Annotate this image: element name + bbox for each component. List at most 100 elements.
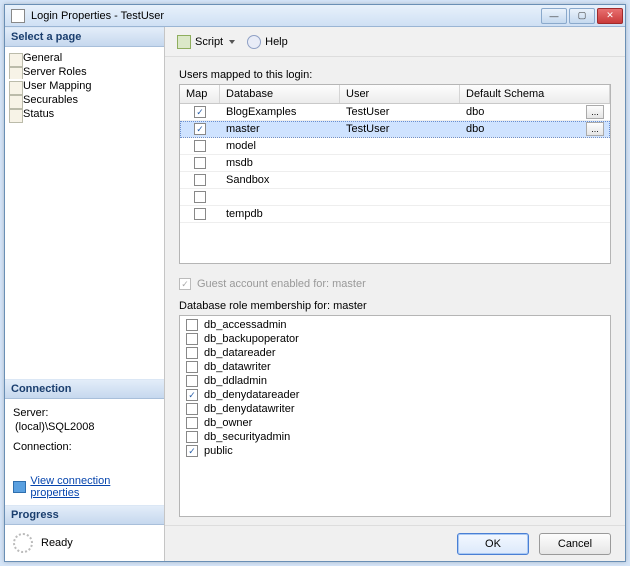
titlebar[interactable]: Login Properties - TestUser — ▢ ✕ xyxy=(5,5,625,27)
role-label: db_datareader xyxy=(204,347,276,359)
cancel-button[interactable]: Cancel xyxy=(539,533,611,555)
role-checkbox[interactable] xyxy=(186,361,198,373)
role-label: db_accessadmin xyxy=(204,319,287,331)
map-checkbox[interactable] xyxy=(194,208,206,220)
role-item[interactable]: ✓ public xyxy=(184,444,606,458)
role-label: db_datawriter xyxy=(204,361,271,373)
role-label: db_securityadmin xyxy=(204,431,290,443)
table-row[interactable] xyxy=(180,189,610,206)
cell-user: TestUser xyxy=(340,106,460,118)
role-item[interactable]: db_owner xyxy=(184,416,606,430)
app-icon xyxy=(11,9,25,23)
grid-header: Map Database User Default Schema xyxy=(180,85,610,104)
role-label: db_denydatawriter xyxy=(204,403,295,415)
script-icon xyxy=(177,35,191,49)
cell-database: tempdb xyxy=(220,208,340,220)
role-item[interactable]: db_accessadmin xyxy=(184,318,606,332)
left-panel: Select a page General Server Roles User … xyxy=(5,27,165,561)
cell-schema: dbo... xyxy=(460,122,610,136)
role-label: db_ddladmin xyxy=(204,375,267,387)
role-item[interactable]: db_backupoperator xyxy=(184,332,606,346)
select-page-header: Select a page xyxy=(5,27,164,47)
cell-database: master xyxy=(220,123,340,135)
minimize-button[interactable]: — xyxy=(541,8,567,24)
schema-browse-button[interactable]: ... xyxy=(586,122,604,136)
col-database: Database xyxy=(220,85,340,103)
help-button[interactable]: Help xyxy=(243,33,292,51)
role-item[interactable]: db_ddladmin xyxy=(184,374,606,388)
role-label: db_owner xyxy=(204,417,252,429)
cell-database: model xyxy=(220,140,340,152)
role-item[interactable]: db_securityadmin xyxy=(184,430,606,444)
connection-header: Connection xyxy=(5,379,164,399)
table-row[interactable]: ✓ masterTestUserdbo... xyxy=(180,121,610,138)
role-label: public xyxy=(204,445,233,457)
progress-status: Ready xyxy=(41,537,73,549)
table-row[interactable]: Sandbox xyxy=(180,172,610,189)
pages-list: General Server Roles User Mapping Secura… xyxy=(5,47,164,125)
role-item[interactable]: db_datareader xyxy=(184,346,606,360)
right-panel: Script Help Users mapped to this login: … xyxy=(165,27,625,561)
map-checkbox[interactable] xyxy=(194,191,206,203)
server-value: (local)\SQL2008 xyxy=(15,421,156,433)
map-checkbox[interactable] xyxy=(194,174,206,186)
window-title: Login Properties - TestUser xyxy=(31,10,541,22)
role-item[interactable]: ✓ db_denydatareader xyxy=(184,388,606,402)
page-server-roles[interactable]: Server Roles xyxy=(5,65,164,79)
dialog-window: Login Properties - TestUser — ▢ ✕ Select… xyxy=(4,4,626,562)
cell-schema: dbo... xyxy=(460,105,610,119)
cell-user: TestUser xyxy=(340,123,460,135)
role-checkbox[interactable] xyxy=(186,417,198,429)
role-checkbox[interactable] xyxy=(186,431,198,443)
map-checkbox[interactable] xyxy=(194,140,206,152)
role-checkbox[interactable]: ✓ xyxy=(186,389,198,401)
role-checkbox[interactable] xyxy=(186,375,198,387)
progress-spinner-icon xyxy=(13,533,33,553)
map-checkbox[interactable] xyxy=(194,157,206,169)
dialog-footer: OK Cancel xyxy=(165,525,625,561)
map-checkbox[interactable]: ✓ xyxy=(194,123,206,135)
roles-label: Database role membership for: master xyxy=(179,300,611,312)
guest-checkbox: ✓ xyxy=(179,278,191,290)
users-mapped-label: Users mapped to this login: xyxy=(179,69,611,81)
close-button[interactable]: ✕ xyxy=(597,8,623,24)
role-item[interactable]: db_denydatawriter xyxy=(184,402,606,416)
server-label: Server: xyxy=(13,407,156,419)
progress-header: Progress xyxy=(5,505,164,525)
roles-list[interactable]: db_accessadmin db_backupoperator db_datare… xyxy=(179,315,611,517)
table-row[interactable]: tempdb xyxy=(180,206,610,223)
ok-button[interactable]: OK xyxy=(457,533,529,555)
connection-label: Connection: xyxy=(13,441,156,453)
view-connection-properties-link[interactable]: View connection properties xyxy=(30,475,156,499)
chevron-down-icon xyxy=(229,40,235,44)
role-checkbox[interactable] xyxy=(186,347,198,359)
cell-database: msdb xyxy=(220,157,340,169)
table-row[interactable]: ✓BlogExamplesTestUserdbo... xyxy=(180,104,610,121)
role-checkbox[interactable] xyxy=(186,333,198,345)
script-button[interactable]: Script xyxy=(173,33,239,51)
page-status[interactable]: Status xyxy=(5,107,164,121)
cell-database: Sandbox xyxy=(220,174,340,186)
table-row[interactable]: msdb xyxy=(180,155,610,172)
table-row[interactable]: model xyxy=(180,138,610,155)
progress-section: Ready xyxy=(5,525,164,561)
role-item[interactable]: db_datawriter xyxy=(184,360,606,374)
toolbar: Script Help xyxy=(165,27,625,57)
page-general[interactable]: General xyxy=(5,51,164,65)
help-icon xyxy=(247,35,261,49)
role-checkbox[interactable]: ✓ xyxy=(186,445,198,457)
role-label: db_backupoperator xyxy=(204,333,299,345)
role-checkbox[interactable] xyxy=(186,403,198,415)
map-checkbox[interactable]: ✓ xyxy=(194,106,206,118)
role-label: db_denydatareader xyxy=(204,389,299,401)
page-securables[interactable]: Securables xyxy=(5,93,164,107)
connection-section: Server: (local)\SQL2008 Connection: View… xyxy=(5,399,164,505)
guest-account-row: ✓ Guest account enabled for: master xyxy=(179,278,611,290)
col-map: Map xyxy=(180,85,220,103)
users-mapped-grid[interactable]: Map Database User Default Schema ✓BlogEx… xyxy=(179,84,611,264)
page-user-mapping[interactable]: User Mapping xyxy=(5,79,164,93)
role-checkbox[interactable] xyxy=(186,319,198,331)
col-schema: Default Schema xyxy=(460,85,610,103)
schema-browse-button[interactable]: ... xyxy=(586,105,604,119)
maximize-button[interactable]: ▢ xyxy=(569,8,595,24)
